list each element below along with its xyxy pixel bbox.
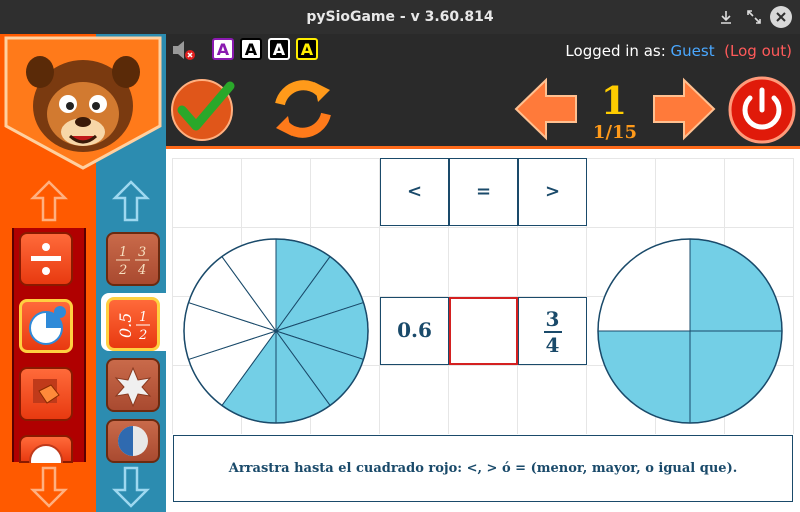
svg-text:2: 2: [138, 328, 147, 343]
exit-power-button[interactable]: [728, 76, 796, 144]
subcategory-scroll-up-button[interactable]: [86, 176, 176, 226]
star-fraction-button[interactable]: [106, 358, 160, 412]
font-option-yellow-on-black-button[interactable]: A: [296, 38, 318, 60]
left-fraction-circle: [182, 237, 370, 425]
user-bar: A A A A Logged in as: Guest (Log out): [166, 34, 800, 66]
pie-slice: [597, 330, 691, 424]
category-scroll-down-button[interactable]: [4, 462, 94, 512]
svg-text:2: 2: [118, 263, 127, 278]
decimal-value-tile: 0.6: [380, 297, 449, 365]
answer-drop-target[interactable]: [449, 297, 518, 365]
page-number: 1: [600, 78, 628, 123]
window-title: pySioGame - v 3.60.814: [306, 9, 494, 25]
fraction-numerator: 3: [545, 307, 560, 331]
less-than-tile[interactable]: <: [380, 158, 449, 226]
pie-slice: [689, 238, 783, 332]
equals-tile[interactable]: =: [449, 158, 518, 226]
right-fraction-circle: [596, 237, 784, 425]
next-page-icon[interactable]: [652, 76, 716, 142]
logout-link[interactable]: (Log out): [724, 42, 792, 60]
division-category-button[interactable]: [19, 232, 73, 286]
svg-text:4: 4: [137, 263, 146, 278]
font-option-purple-button[interactable]: A: [212, 38, 234, 60]
pie-slice: [597, 238, 691, 332]
reset-icon[interactable]: [268, 74, 338, 144]
fraction-notation-button[interactable]: 1 23 4: [106, 232, 160, 286]
svg-text:1: 1: [119, 245, 127, 260]
previous-page-icon[interactable]: [514, 76, 578, 142]
page-total: 1/15: [592, 122, 638, 143]
svg-text:3: 3: [138, 245, 146, 260]
sound-muted-icon[interactable]: [170, 38, 196, 62]
category-scroll-up-button[interactable]: [4, 176, 94, 226]
svg-text:0.5: 0.5: [116, 313, 135, 338]
pie-slice: [689, 330, 783, 424]
fraction-denominator: 4: [545, 333, 560, 357]
minimize-icon[interactable]: [714, 5, 738, 29]
lion-logo: [4, 36, 162, 170]
maximize-icon[interactable]: [742, 5, 766, 29]
instruction-text: Arrastra hasta el cuadrado rojo: <, > ó …: [173, 435, 793, 502]
half-circle-fraction-button[interactable]: [106, 419, 160, 463]
decimal-fraction-compare-button[interactable]: 0.5 1 2: [106, 297, 160, 351]
svg-text:1: 1: [139, 310, 147, 325]
title-bar: pySioGame - v 3.60.814: [0, 0, 800, 34]
login-status: Logged in as: Guest (Log out): [565, 42, 792, 60]
greater-than-tile[interactable]: >: [518, 158, 587, 226]
shapes-category-button[interactable]: [19, 367, 73, 421]
fraction-display: 3 4: [543, 307, 562, 357]
check-answer-button[interactable]: [170, 74, 240, 144]
fraction-value-tile: 3 4: [518, 297, 587, 365]
fractions-category-button[interactable]: [19, 299, 73, 353]
font-option-white-on-black-button[interactable]: A: [268, 38, 290, 60]
login-prefix: Logged in as:: [565, 42, 666, 60]
subcategory-scroll-down-button[interactable]: [86, 462, 176, 512]
clock-category-button[interactable]: [19, 435, 73, 463]
username-link[interactable]: Guest: [671, 42, 715, 60]
close-window-button[interactable]: [770, 6, 792, 28]
font-option-black-on-white-button[interactable]: A: [240, 38, 262, 60]
